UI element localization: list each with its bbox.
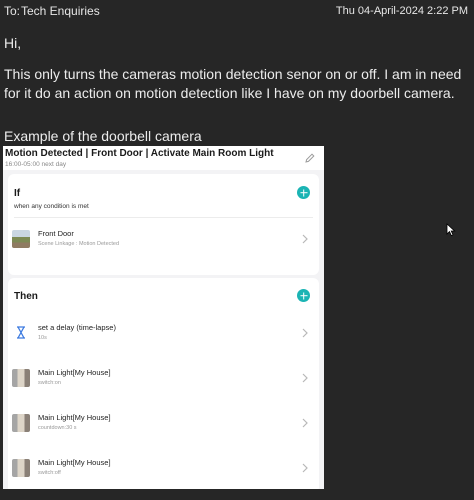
condition-text: when any condition is met — [14, 203, 89, 210]
if-heading: If — [14, 188, 21, 199]
message-header: To: Tech Enquiries Thu 04-April-2024 2:2… — [0, 0, 474, 22]
divider — [14, 217, 313, 218]
light-thumbnail — [12, 369, 30, 387]
hourglass-icon — [17, 326, 25, 339]
row-subtitle: 10s — [38, 335, 47, 341]
row-subtitle: switch:off — [38, 470, 61, 476]
row-subtitle: countdown:30 s — [38, 425, 77, 431]
list-item: Front Door Scene Linkage : Motion Detect… — [8, 221, 319, 261]
sent-date: Thu 04-April-2024 2:22 PM — [335, 5, 468, 17]
to-label: To: — [4, 4, 21, 18]
list-item: Main Light[My House] countdown:30 s — [8, 405, 319, 445]
message-paragraph: This only turns the cameras motion detec… — [4, 66, 462, 101]
add-action-icon — [297, 289, 310, 302]
automation-title: Motion Detected | Front Door | Activate … — [5, 148, 274, 159]
row-title: Main Light[My House] — [38, 458, 111, 467]
then-heading: Then — [14, 291, 38, 302]
automation-schedule: 16:00-05:00 next day — [5, 161, 67, 168]
example-label: Example of the doorbell camera — [4, 128, 202, 144]
light-thumbnail — [12, 414, 30, 432]
greeting-text: Hi, — [4, 35, 22, 51]
recipient-name[interactable]: Tech Enquiries — [21, 4, 100, 18]
chevron-right-icon — [302, 328, 308, 338]
if-card: If when any condition is met Front Door … — [8, 174, 319, 275]
list-item: set a delay (time-lapse) 10s — [8, 315, 319, 355]
add-condition-icon — [297, 186, 310, 199]
light-thumbnail — [12, 459, 30, 477]
chevron-right-icon — [302, 463, 308, 473]
mouse-cursor-icon — [446, 223, 456, 237]
automation-header: Motion Detected | Front Door | Activate … — [3, 146, 324, 170]
row-subtitle: switch:on — [38, 380, 61, 386]
camera-thumbnail — [12, 230, 30, 248]
chevron-right-icon — [302, 418, 308, 428]
row-title: Main Light[My House] — [38, 413, 111, 422]
embedded-screenshot: Motion Detected | Front Door | Activate … — [3, 146, 324, 489]
pencil-icon — [305, 153, 315, 163]
row-title: set a delay (time-lapse) — [38, 323, 116, 332]
then-card: Then set a delay (time-lapse) 10s Main L… — [8, 278, 319, 489]
list-item: Main Light[My House] switch:off — [8, 450, 319, 489]
chevron-right-icon — [302, 234, 308, 244]
chevron-right-icon — [302, 373, 308, 383]
row-subtitle: Scene Linkage : Motion Detected — [38, 241, 120, 247]
list-item: Main Light[My House] switch:on — [8, 360, 319, 400]
row-title: Front Door — [38, 229, 74, 238]
row-title: Main Light[My House] — [38, 368, 111, 377]
